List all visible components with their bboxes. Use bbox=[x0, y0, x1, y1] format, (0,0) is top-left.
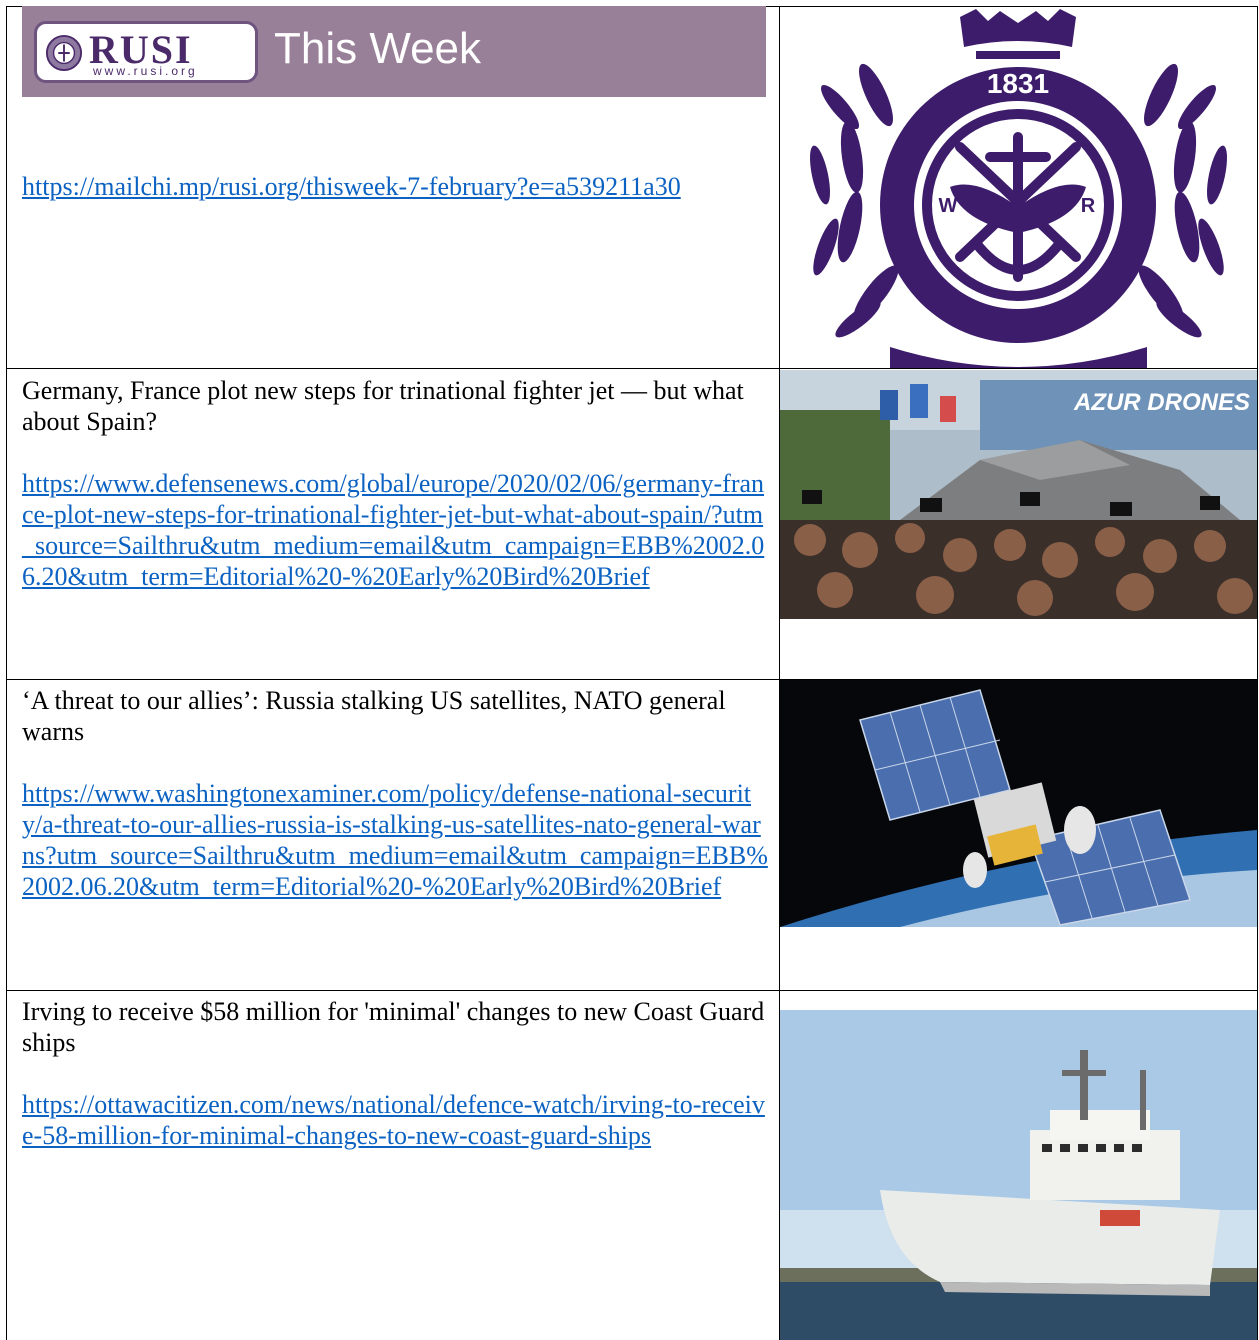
article-title: Irving to receive $58 million for 'minim… bbox=[22, 997, 765, 1057]
article-title: Germany, France plot new steps for trina… bbox=[22, 376, 744, 436]
article-link[interactable]: https://www.washingtonexaminer.com/polic… bbox=[22, 779, 768, 901]
ship-image bbox=[780, 1010, 1257, 1340]
row-2-text: Germany, France plot new steps for trina… bbox=[22, 375, 770, 592]
crest-letter-right: R bbox=[1081, 195, 1096, 217]
drone-sign-text: AZUR DRONES bbox=[1073, 389, 1250, 416]
crest-letter-left: W bbox=[939, 195, 958, 217]
rusi-logo: RUSI www.rusi.org bbox=[34, 21, 258, 83]
document-table: RUSI www.rusi.org This Week https://mail… bbox=[0, 0, 1259, 1340]
row-4-text: Irving to receive $58 million for 'minim… bbox=[22, 996, 770, 1151]
row-divider bbox=[6, 990, 1258, 991]
row-3-text: ‘A threat to our allies’: Russia stalkin… bbox=[22, 685, 770, 902]
article-link[interactable]: https://www.defensenews.com/global/europ… bbox=[22, 469, 764, 591]
logo-url: www.rusi.org bbox=[93, 64, 198, 78]
table-border-left bbox=[6, 6, 7, 1340]
rusi-seal-icon bbox=[45, 34, 83, 72]
article-title: ‘A threat to our allies’: Russia stalkin… bbox=[22, 686, 726, 746]
rusi-crest-image: 1831 W R bbox=[780, 7, 1257, 368]
row-1-text: https://mailchi.mp/rusi.org/thisweek-7-f… bbox=[22, 171, 770, 202]
crest-year: 1831 bbox=[987, 68, 1049, 99]
article-link[interactable]: https://mailchi.mp/rusi.org/thisweek-7-f… bbox=[22, 172, 681, 201]
table-border-right bbox=[1257, 6, 1258, 1340]
fighter-jet-image: AZUR DRONES bbox=[780, 370, 1257, 619]
row-divider bbox=[6, 368, 1258, 369]
banner-heading: This Week bbox=[274, 24, 482, 73]
article-link[interactable]: https://ottawacitizen.com/news/national/… bbox=[22, 1090, 765, 1150]
satellite-image bbox=[780, 680, 1257, 927]
rusi-banner: RUSI www.rusi.org This Week bbox=[22, 6, 766, 97]
